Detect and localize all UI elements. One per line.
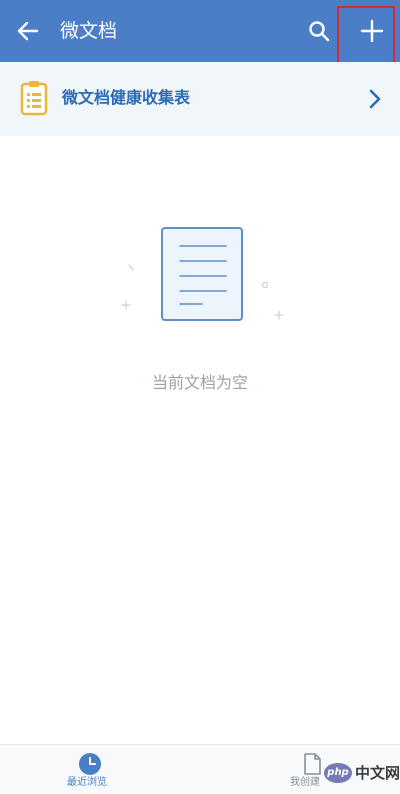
watermark-logo: php [324,763,352,783]
arrow-left-icon [17,21,39,41]
page-title: 微文档 [60,20,118,42]
back-button[interactable] [10,13,46,49]
document-icon [161,227,243,321]
watermark: php 中文网 [324,763,400,789]
tab-recent[interactable]: 最近浏览 [0,745,200,794]
plus-icon [360,19,384,43]
clipboard-list-icon [20,81,48,116]
search-icon [309,21,330,42]
pinned-document-title: 微文档健康收集表 [62,88,191,107]
watermark-site-name: 中文网 [355,764,400,782]
pinned-document-row[interactable]: 微文档健康收集表 [0,62,400,136]
app-header: 微文档 [0,0,400,62]
empty-document-illustration [121,227,284,321]
empty-state-message: 当前文档为空 [151,373,248,392]
file-icon [304,753,321,775]
chevron-right-icon [369,89,381,109]
add-document-button[interactable] [354,13,390,49]
search-button[interactable] [301,13,337,49]
tab-recent-label: 最近浏览 [67,777,107,788]
clock-icon [79,753,101,775]
